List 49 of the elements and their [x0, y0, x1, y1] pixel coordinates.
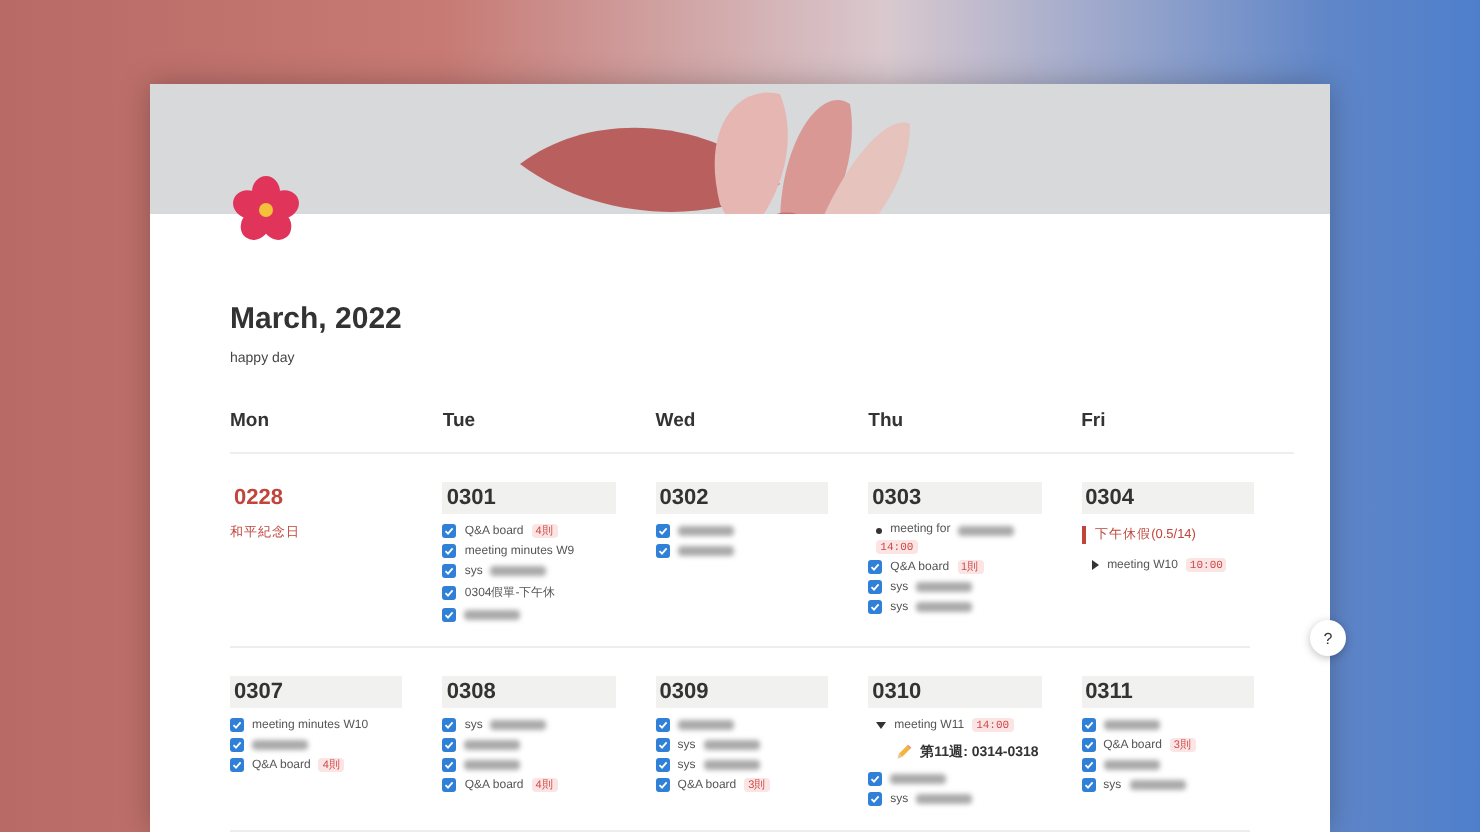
checkbox[interactable] [230, 738, 244, 752]
checkbox[interactable] [655, 738, 670, 752]
checkbox[interactable] [868, 772, 883, 786]
toggle-triangle-icon[interactable] [1089, 560, 1100, 570]
checkbox[interactable] [442, 778, 457, 792]
checkbox[interactable] [442, 544, 457, 558]
checkbox[interactable] [655, 778, 670, 792]
weekday-header: Thu [868, 366, 1082, 454]
checkbox[interactable] [442, 524, 457, 538]
checkbox[interactable] [1081, 758, 1096, 772]
checkbox[interactable] [230, 718, 244, 732]
date-heading: 0304 [1081, 482, 1254, 514]
checkbox[interactable] [442, 718, 457, 732]
date-heading: 0311 [1081, 676, 1254, 708]
weekday-header: Wed [655, 366, 869, 454]
date-heading: 0303 [868, 482, 1042, 514]
checkbox[interactable] [442, 758, 457, 772]
checkbox[interactable] [442, 738, 457, 752]
checkbox[interactable] [1081, 738, 1096, 752]
page-title: March, 2022 [230, 302, 404, 336]
date-heading: 0308 [442, 676, 616, 708]
hibiscus-icon [230, 174, 302, 246]
date-heading: 0309 [655, 676, 829, 708]
checkbox[interactable] [655, 524, 670, 538]
date-heading: 0310 [868, 676, 1042, 708]
date-heading: 0301 [442, 482, 616, 514]
checkbox[interactable] [868, 560, 883, 574]
date-heading: 0307 [230, 676, 403, 708]
date-heading: 0228 [232, 484, 285, 514]
weekday-header: Mon [230, 366, 443, 454]
pencil-icon [896, 744, 913, 760]
checkbox[interactable] [230, 758, 244, 772]
checkbox[interactable] [1081, 718, 1096, 732]
checkbox[interactable] [868, 600, 883, 614]
weekday-header: Fri [1081, 366, 1294, 454]
checkbox[interactable] [655, 718, 670, 732]
checkbox[interactable] [442, 608, 457, 622]
weekday-header: Tue [442, 366, 656, 454]
checkbox[interactable] [868, 792, 883, 806]
checkbox[interactable] [442, 564, 457, 578]
date-heading: 0302 [655, 482, 829, 514]
bullet-icon [876, 527, 883, 533]
checkbox[interactable] [868, 580, 883, 594]
toggle-triangle-icon[interactable] [876, 720, 887, 730]
checkbox[interactable] [1081, 778, 1096, 792]
checkbox[interactable] [655, 544, 670, 558]
help-button[interactable]: ? [1310, 620, 1346, 656]
checkbox[interactable] [655, 758, 670, 772]
checkbox[interactable] [442, 586, 457, 600]
